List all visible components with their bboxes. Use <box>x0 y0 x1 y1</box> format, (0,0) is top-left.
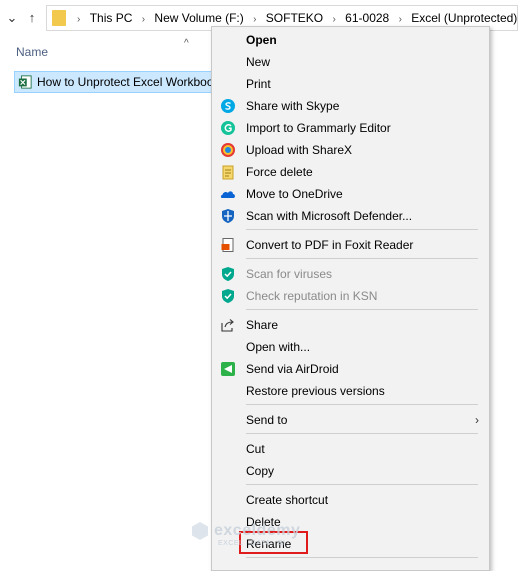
file-row-selected[interactable]: How to Unprotect Excel Workbook without … <box>14 71 220 93</box>
menu-item-print[interactable]: Print <box>212 73 489 95</box>
excel-file-icon <box>18 75 32 89</box>
up-arrow-icon[interactable]: ↑ <box>24 8 40 28</box>
exceldemy-logo-icon <box>192 522 208 540</box>
menu-item-open[interactable]: Open <box>212 29 489 51</box>
force-delete-icon <box>222 165 234 180</box>
breadcrumb-separator: › <box>141 14 146 25</box>
menu-item-move-to-onedrive[interactable]: Move to OneDrive <box>212 183 489 205</box>
menu-item-upload-with-sharex[interactable]: Upload with ShareX <box>212 139 489 161</box>
kaspersky-icon <box>222 289 234 303</box>
menu-item-send-via-airdroid[interactable]: Send via AirDroid <box>212 358 489 380</box>
menu-item-label: Print <box>246 77 271 91</box>
menu-item-label: Force delete <box>246 165 313 179</box>
menu-item-create-shortcut[interactable]: Create shortcut <box>212 489 489 511</box>
menu-item-check-reputation-ksn[interactable]: Check reputation in KSN <box>212 285 489 307</box>
airdroid-icon <box>221 362 235 376</box>
menu-item-cut[interactable]: Cut <box>212 438 489 460</box>
menu-item-label: Share <box>246 318 279 332</box>
menu-item-label: Send to <box>246 413 288 427</box>
submenu-chevron-icon: › <box>475 413 479 427</box>
menu-item-label: Restore previous versions <box>246 384 385 398</box>
kaspersky-icon <box>222 267 234 281</box>
sort-ascending-icon: ^ <box>184 38 189 49</box>
menu-item-label: Upload with ShareX <box>246 143 353 157</box>
breadcrumb-this-pc[interactable]: This PC <box>90 6 133 30</box>
menu-item-label: Send via AirDroid <box>246 362 339 376</box>
menu-item-copy[interactable]: Copy <box>212 460 489 482</box>
menu-item-label: Create shortcut <box>246 493 329 507</box>
file-name: How to Unprotect Excel Workbook without … <box>37 75 220 89</box>
menu-separator <box>246 229 478 230</box>
menu-item-label: New <box>246 55 271 69</box>
context-menu: Open New Print Share with Skype Import t… <box>211 26 490 571</box>
menu-item-label: Import to Grammarly Editor <box>246 121 391 135</box>
menu-item-label: Check reputation in KSN <box>246 289 378 303</box>
menu-item-label: Share with Skype <box>246 99 340 113</box>
foxit-icon <box>221 238 234 252</box>
menu-separator <box>246 484 478 485</box>
watermark-text: exceldemy <box>214 522 301 539</box>
menu-item-label: Open with... <box>246 340 311 354</box>
menu-item-label: Move to OneDrive <box>246 187 343 201</box>
column-header-name[interactable]: Name <box>16 45 48 59</box>
menu-separator <box>246 404 478 405</box>
menu-item-scan-for-viruses[interactable]: Scan for viruses <box>212 263 489 285</box>
breadcrumb-separator: › <box>77 14 81 25</box>
menu-item-convert-to-pdf-foxit[interactable]: Convert to PDF in Foxit Reader <box>212 234 489 256</box>
menu-item-label: Open <box>246 33 277 47</box>
menu-item-send-to[interactable]: Send to › <box>212 409 489 431</box>
menu-item-new[interactable]: New <box>212 51 489 73</box>
onedrive-icon <box>220 191 235 198</box>
menu-separator <box>246 309 478 310</box>
grammarly-icon <box>221 121 235 135</box>
menu-item-label: Convert to PDF in Foxit Reader <box>246 238 414 252</box>
share-icon <box>221 319 234 332</box>
skype-icon <box>221 99 235 113</box>
menu-item-label: Copy <box>246 464 275 478</box>
menu-separator <box>246 557 478 558</box>
sharex-icon <box>221 143 235 157</box>
menu-separator <box>246 258 478 259</box>
menu-item-scan-with-defender[interactable]: Scan with Microsoft Defender... <box>212 205 489 227</box>
watermark-subtitle: EXCEL · DATA · BI <box>218 540 286 547</box>
menu-item-label: Scan with Microsoft Defender... <box>246 209 413 223</box>
menu-separator <box>246 433 478 434</box>
menu-item-label: Scan for viruses <box>246 267 333 281</box>
menu-item-share-with-skype[interactable]: Share with Skype <box>212 95 489 117</box>
menu-item-open-with[interactable]: Open with... <box>212 336 489 358</box>
recent-locations-chevron-icon[interactable]: ⌄ <box>4 8 20 28</box>
menu-item-import-to-grammarly[interactable]: Import to Grammarly Editor <box>212 117 489 139</box>
menu-item-force-delete[interactable]: Force delete <box>212 161 489 183</box>
defender-icon <box>222 209 234 223</box>
menu-item-label: Cut <box>246 442 265 456</box>
folder-icon <box>52 10 66 26</box>
menu-item-restore-previous-versions[interactable]: Restore previous versions <box>212 380 489 402</box>
menu-item-share[interactable]: Share <box>212 314 489 336</box>
